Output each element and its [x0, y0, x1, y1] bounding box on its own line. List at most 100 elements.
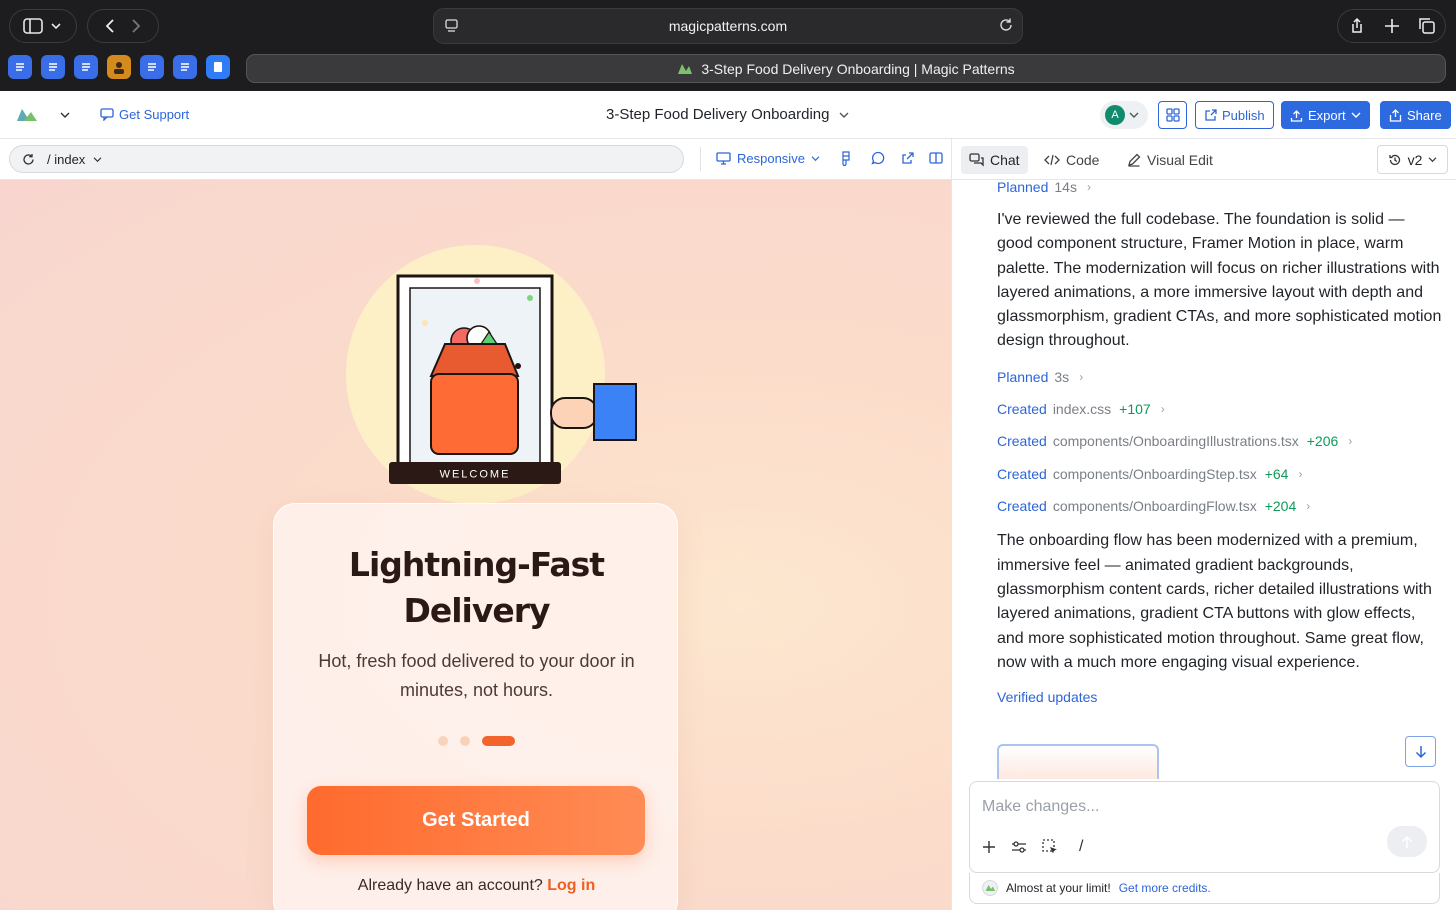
share-button[interactable]: Share	[1380, 101, 1451, 129]
pencil-icon	[1128, 153, 1141, 167]
chat-composer[interactable]: Make changes... /	[969, 781, 1440, 873]
chat-icon	[969, 153, 984, 167]
chat-step[interactable]: Created components/OnboardingStep.tsx +6…	[997, 464, 1442, 484]
onboarding-headline: Lightning-Fast Delivery	[274, 542, 679, 634]
chat-step[interactable]: Created components/OnboardingIllustratio…	[997, 432, 1442, 452]
favorite-doc-icon[interactable]	[8, 55, 32, 79]
step-dot-active[interactable]	[482, 736, 515, 746]
route-label: / index	[47, 151, 86, 167]
version-label: v2	[1407, 151, 1423, 168]
code-icon	[1044, 154, 1060, 166]
preview-toolbar: / index Responsive	[0, 139, 951, 180]
step-additions: +206	[1306, 433, 1339, 450]
login-link[interactable]: Log in	[547, 877, 595, 894]
step-detail: 3s	[1054, 368, 1070, 385]
send-button[interactable]	[1387, 826, 1427, 857]
step-dot[interactable]	[460, 736, 470, 746]
logo-menu[interactable]	[16, 107, 70, 123]
step-additions: +204	[1264, 498, 1297, 515]
step-verb: Planned	[997, 368, 1049, 385]
step-detail: index.css	[1052, 401, 1112, 418]
sidebar-toggle-button[interactable]	[9, 9, 77, 43]
sidebar-icon	[23, 18, 61, 34]
active-tab[interactable]: 3-Step Food Delivery Onboarding | Magic …	[246, 54, 1446, 83]
split-view-icon[interactable]	[929, 151, 943, 170]
favorite-doc-icon[interactable]	[41, 55, 65, 79]
refresh-icon[interactable]	[22, 153, 35, 166]
usage-limit-banner: Almost at your limit! Get more credits.	[969, 873, 1440, 904]
chevron-down-icon	[839, 112, 849, 118]
chat-thread: Planned 14s › I've reviewed the full cod…	[997, 177, 1442, 709]
chevron-down-icon	[811, 156, 820, 162]
composer-tools: /	[982, 838, 1083, 856]
composer-input[interactable]: Make changes...	[982, 798, 1099, 816]
headline-line-1: Lightning-Fast	[348, 545, 605, 584]
viewport-label: Responsive	[737, 151, 805, 166]
verified-updates-link[interactable]: Verified updates	[997, 685, 1442, 709]
window-actions	[1337, 9, 1446, 43]
comment-icon[interactable]	[871, 151, 885, 170]
favorite-avatar-icon[interactable]	[107, 55, 131, 79]
chat-step[interactable]: Created components/OnboardingFlow.tsx +2…	[997, 496, 1442, 516]
chevron-down-icon	[1129, 112, 1139, 118]
browser-chrome: magicpatterns.com 3-Step Food Delivery O…	[0, 0, 1456, 91]
publish-button[interactable]: Publish	[1195, 101, 1274, 129]
upload-icon	[1290, 109, 1303, 122]
step-detail: components/OnboardingFlow.tsx	[1052, 498, 1257, 515]
step-detail: 14s	[1054, 178, 1077, 195]
version-selector[interactable]: v2	[1377, 145, 1448, 174]
figma-icon[interactable]	[840, 151, 852, 171]
tab-visual-edit[interactable]: Visual Edit	[1119, 146, 1221, 174]
tabs-overview-icon[interactable]	[1418, 17, 1436, 35]
chevron-right-icon: ›	[1079, 369, 1084, 384]
step-verb: Created	[997, 401, 1047, 418]
favorite-file-icon[interactable]	[206, 55, 230, 79]
export-button[interactable]: Export	[1281, 101, 1370, 129]
favorites-bar	[8, 55, 230, 79]
sliders-icon[interactable]	[1011, 840, 1027, 854]
preview-thumbnail[interactable]	[997, 744, 1159, 779]
user-avatar-menu[interactable]: A	[1100, 101, 1148, 129]
divider	[700, 147, 701, 171]
monitor-icon	[716, 152, 731, 165]
tab-code[interactable]: Code	[1036, 146, 1107, 174]
onboarding-card: Lightning-Fast Delivery Hot, fresh food …	[273, 503, 678, 910]
open-in-new-icon[interactable]	[901, 151, 915, 170]
chat-step[interactable]: Planned 3s ›	[997, 367, 1442, 387]
get-support-label: Get Support	[119, 107, 190, 122]
favorite-doc-icon[interactable]	[173, 55, 197, 79]
route-selector[interactable]: / index	[9, 145, 684, 173]
get-support-link[interactable]: Get Support	[100, 107, 189, 122]
reload-icon[interactable]	[998, 17, 1014, 36]
chevron-right-icon: ›	[1306, 499, 1311, 514]
step-verb: Created	[997, 498, 1047, 515]
scroll-to-bottom-button[interactable]	[1405, 736, 1436, 767]
address-bar[interactable]: magicpatterns.com	[433, 8, 1023, 44]
share-icon[interactable]	[1348, 17, 1366, 35]
back-icon	[105, 19, 114, 33]
favorite-doc-icon[interactable]	[140, 55, 164, 79]
favorite-doc-icon[interactable]	[74, 55, 98, 79]
plus-icon[interactable]	[982, 840, 996, 854]
page-menu-icon[interactable]	[444, 18, 460, 37]
integrations-button[interactable]	[1158, 101, 1187, 129]
get-started-button[interactable]: Get Started	[307, 786, 645, 855]
tab-chat[interactable]: Chat	[961, 146, 1028, 174]
chat-step[interactable]: Created index.css +107 ›	[997, 399, 1442, 419]
select-element-icon[interactable]	[1042, 839, 1058, 855]
viewport-selector[interactable]: Responsive	[716, 151, 820, 166]
url-text: magicpatterns.com	[668, 18, 788, 34]
chat-bubble-icon	[100, 108, 114, 121]
chat-step-planned[interactable]: Planned 14s ›	[997, 177, 1442, 197]
arrow-up-icon	[1401, 835, 1413, 848]
slash-command-button[interactable]: /	[1079, 838, 1083, 856]
external-link-icon	[1205, 108, 1217, 121]
get-more-credits-link[interactable]: Get more credits.	[1119, 881, 1211, 895]
project-title: 3-Step Food Delivery Onboarding	[606, 106, 830, 123]
project-title-menu[interactable]: 3-Step Food Delivery Onboarding	[606, 106, 849, 123]
usage-limit-text: Almost at your limit!	[1006, 881, 1111, 895]
step-verb: Created	[997, 433, 1047, 450]
tab-title: 3-Step Food Delivery Onboarding | Magic …	[701, 60, 1015, 77]
step-dot[interactable]	[438, 736, 448, 746]
new-tab-icon[interactable]	[1384, 18, 1400, 34]
